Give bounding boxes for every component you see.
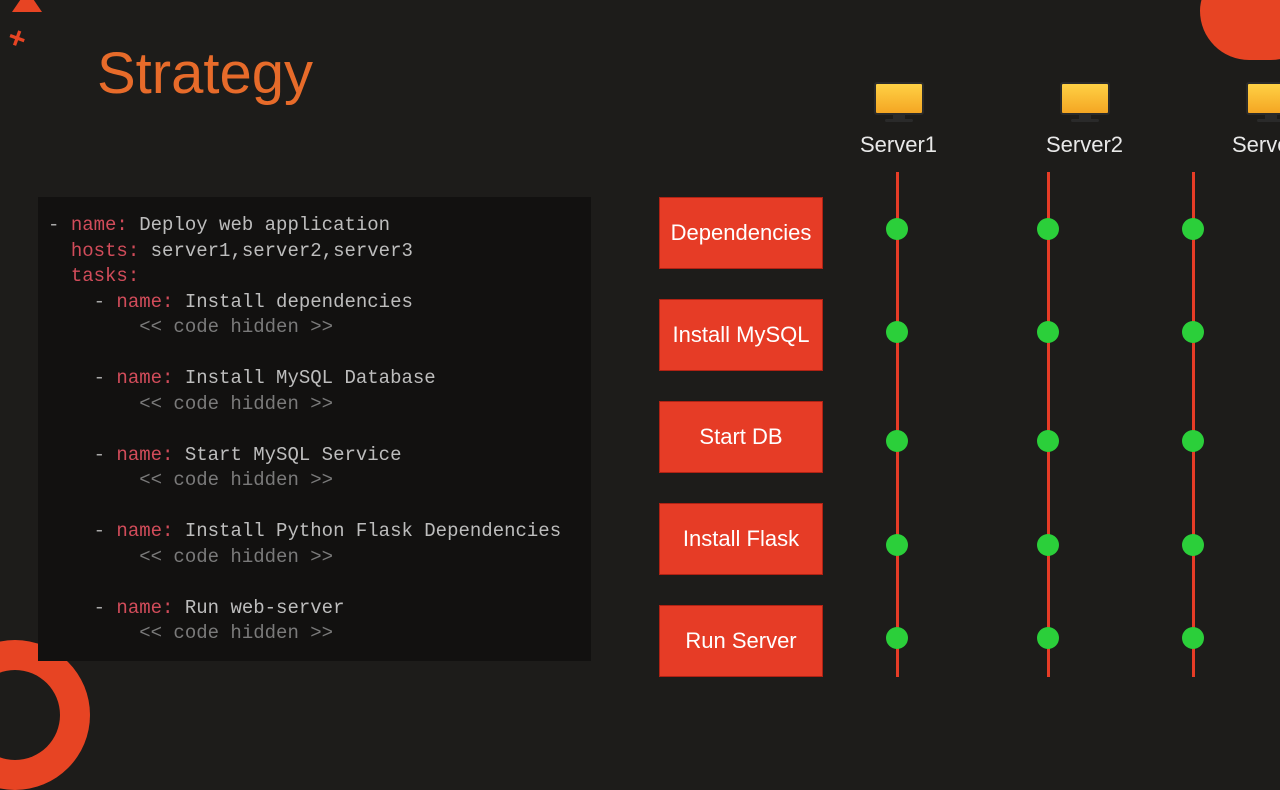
server-label: Server3 xyxy=(1232,132,1280,158)
status-dot xyxy=(1037,218,1059,240)
task-box-mysql: Install MySQL xyxy=(659,299,823,371)
task-box-flask: Install Flask xyxy=(659,503,823,575)
yaml-key: name: xyxy=(116,597,173,619)
yaml-key: tasks: xyxy=(71,265,139,287)
server-icon xyxy=(1060,82,1110,122)
code-hidden: << code hidden >> xyxy=(139,469,333,491)
code-hidden: << code hidden >> xyxy=(139,316,333,338)
yaml-task-name: Run web-server xyxy=(185,597,345,619)
triangle-icon xyxy=(12,0,42,12)
status-dot xyxy=(1037,321,1059,343)
yaml-key: name: xyxy=(116,367,173,389)
status-dot xyxy=(1182,430,1204,452)
yaml-task-name: Start MySQL Service xyxy=(185,444,402,466)
timeline-server1 xyxy=(896,172,899,677)
status-dot xyxy=(886,218,908,240)
timeline-server2 xyxy=(1047,172,1050,677)
yaml-task-name: Install MySQL Database xyxy=(185,367,436,389)
timeline-server3 xyxy=(1192,172,1195,677)
server-label: Server2 xyxy=(1046,132,1123,158)
status-dot xyxy=(1182,321,1204,343)
decoration-top-left: + xyxy=(0,0,70,60)
code-hidden: << code hidden >> xyxy=(139,622,333,644)
status-dot xyxy=(1182,218,1204,240)
yaml-key: name: xyxy=(116,520,173,542)
code-hidden: << code hidden >> xyxy=(139,546,333,568)
task-box-dependencies: Dependencies xyxy=(659,197,823,269)
server-2: Server2 xyxy=(1048,82,1121,158)
status-dot xyxy=(886,430,908,452)
server-label: Server1 xyxy=(860,132,937,158)
yaml-key: name: xyxy=(71,214,128,236)
status-dot xyxy=(1037,534,1059,556)
status-dot xyxy=(886,321,908,343)
yaml-play-name: Deploy web application xyxy=(139,214,390,236)
task-box-label: Run Server xyxy=(685,628,796,654)
servers-row: Server1 Server2 Server3 xyxy=(862,82,1280,158)
yaml-key: name: xyxy=(116,291,173,313)
server-icon xyxy=(1246,82,1280,122)
server-3: Server3 xyxy=(1234,82,1280,158)
yaml-hosts: server1,server2,server3 xyxy=(151,240,413,262)
decoration-top-right xyxy=(1200,0,1280,60)
task-box-label: Install Flask xyxy=(683,526,799,552)
task-box-column: Dependencies Install MySQL Start DB Inst… xyxy=(659,197,823,677)
page-title: Strategy xyxy=(97,40,313,107)
yaml-key: hosts: xyxy=(71,240,139,262)
code-hidden: << code hidden >> xyxy=(139,393,333,415)
status-dot xyxy=(886,627,908,649)
yaml-task-name: Install Python Flask Dependencies xyxy=(185,520,561,542)
yaml-key: name: xyxy=(116,444,173,466)
code-block: - name: Deploy web application hosts: se… xyxy=(38,197,591,661)
task-box-runserver: Run Server xyxy=(659,605,823,677)
status-dot xyxy=(1182,534,1204,556)
status-dot xyxy=(886,534,908,556)
server-icon xyxy=(874,82,924,122)
status-dot xyxy=(1037,430,1059,452)
yaml-task-name: Install dependencies xyxy=(185,291,413,313)
task-box-label: Install MySQL xyxy=(673,322,810,348)
plus-icon: + xyxy=(3,20,31,58)
status-dot xyxy=(1182,627,1204,649)
task-box-label: Start DB xyxy=(699,424,782,450)
status-dot xyxy=(1037,627,1059,649)
server-1: Server1 xyxy=(862,82,935,158)
task-box-label: Dependencies xyxy=(671,220,812,246)
task-box-startdb: Start DB xyxy=(659,401,823,473)
